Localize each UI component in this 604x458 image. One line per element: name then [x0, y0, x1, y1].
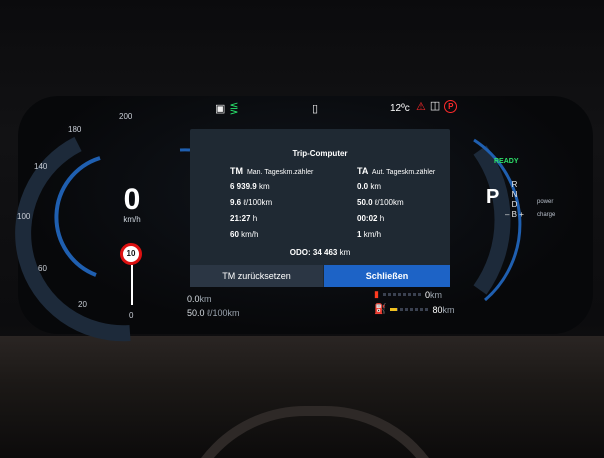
trip-consumption: 50.0 ℓ/100km [187, 308, 240, 318]
reset-tm-button[interactable]: TM zurücksetzen [190, 265, 323, 287]
tick-label: 200 [119, 112, 133, 121]
ta-label: Aut. Tageskm.zähler [371, 169, 436, 176]
gear-selector: R N D – B + [505, 180, 524, 220]
parking-light-icon: ⋚ [229, 103, 239, 115]
close-button[interactable]: Schließen [324, 265, 450, 287]
tm-code: TM [230, 166, 243, 176]
electric-range: ▮ 0 km [374, 289, 442, 300]
tick-label: 180 [68, 125, 82, 134]
electric-range-unit: km [429, 289, 442, 300]
b-mode: – B + [505, 210, 524, 219]
odo-unit: km [339, 248, 351, 257]
tick-label: 0 [129, 311, 134, 320]
tm-avg-speed: 60 km/h [230, 230, 259, 239]
odo-value: 34 463 [312, 248, 338, 257]
gear-n: N [511, 190, 518, 199]
charge-label: charge [537, 212, 556, 218]
trip-meter-ta: TA Aut. Tageskm.zähler 0.0 km 50.0 ℓ/100… [357, 166, 435, 246]
tm-header: TM Man. Tageskm.zähler [230, 166, 313, 176]
trip-distance: 0.0km [187, 294, 212, 304]
speed-limit-sign: 10 [120, 243, 142, 265]
fuel-range-value: 80 [432, 304, 443, 315]
seatbelt-warning-icon: ⚠ [416, 101, 426, 113]
tick-label: 20 [78, 300, 87, 309]
ta-avg-speed: 1 km/h [357, 230, 382, 239]
power-label: power [537, 199, 554, 205]
ta-code: TA [357, 166, 369, 176]
outside-temperature: 12ºc [390, 103, 410, 114]
odo-label: ODO: [289, 248, 311, 257]
warning-icons: ⚠ ◫ P [416, 100, 458, 113]
fuel-gauge [390, 308, 429, 311]
odometer: ODO: 34 463 km [190, 248, 450, 257]
door-icon: ▯ [312, 103, 319, 115]
tick-label: 60 [38, 264, 47, 273]
tick-label: 100 [17, 212, 31, 221]
power-charge-labels: power charge [537, 196, 555, 222]
gear-d: D [511, 200, 518, 209]
fuel-range: ⛽ 80 km [374, 304, 454, 315]
headlight-icon: ▣ [215, 103, 226, 115]
gear-r: R [511, 180, 518, 189]
trip-computer-dialog: Trip-Computer TM Man. Tageskm.zähler 6 9… [190, 129, 450, 287]
dialog-title: Trip-Computer [292, 149, 348, 158]
indicator-icons: ▣ ⋚ [215, 103, 239, 115]
fuel-range-unit: km [442, 304, 455, 315]
ta-distance: 0.0 km [357, 182, 382, 191]
ready-indicator: READY [494, 158, 519, 165]
fuel-pump-icon: ⛽ [374, 304, 387, 315]
tm-time: 21:27 h [230, 214, 258, 223]
tm-consumption: 9.6 ℓ/100km [230, 198, 273, 207]
current-gear: P [486, 186, 500, 208]
trip-meter-tm: TM Man. Tageskm.zähler 6 939.9 km 9.6 ℓ/… [230, 166, 313, 246]
tm-distance: 6 939.9 km [230, 182, 270, 191]
battery-icon: ▮ [374, 289, 379, 299]
speed-value: 0 [123, 183, 141, 216]
tm-label: Man. Tageskm.zähler [246, 169, 314, 176]
ta-header: TA Aut. Tageskm.zähler [357, 166, 435, 176]
speed-unit: km/h [123, 215, 141, 224]
battery-gauge [382, 293, 421, 296]
ta-consumption: 50.0 ℓ/100km [357, 198, 404, 207]
car-top-view-icon: ◫ [429, 100, 441, 112]
parking-brake-icon: P [444, 100, 458, 113]
ta-time: 00:02 h [357, 214, 385, 223]
instrument-cluster-photo: 200 180 140 100 60 20 0 0 km/h 10 ▣ ⋚ ▯ … [0, 0, 604, 458]
tick-label: 140 [34, 162, 48, 171]
